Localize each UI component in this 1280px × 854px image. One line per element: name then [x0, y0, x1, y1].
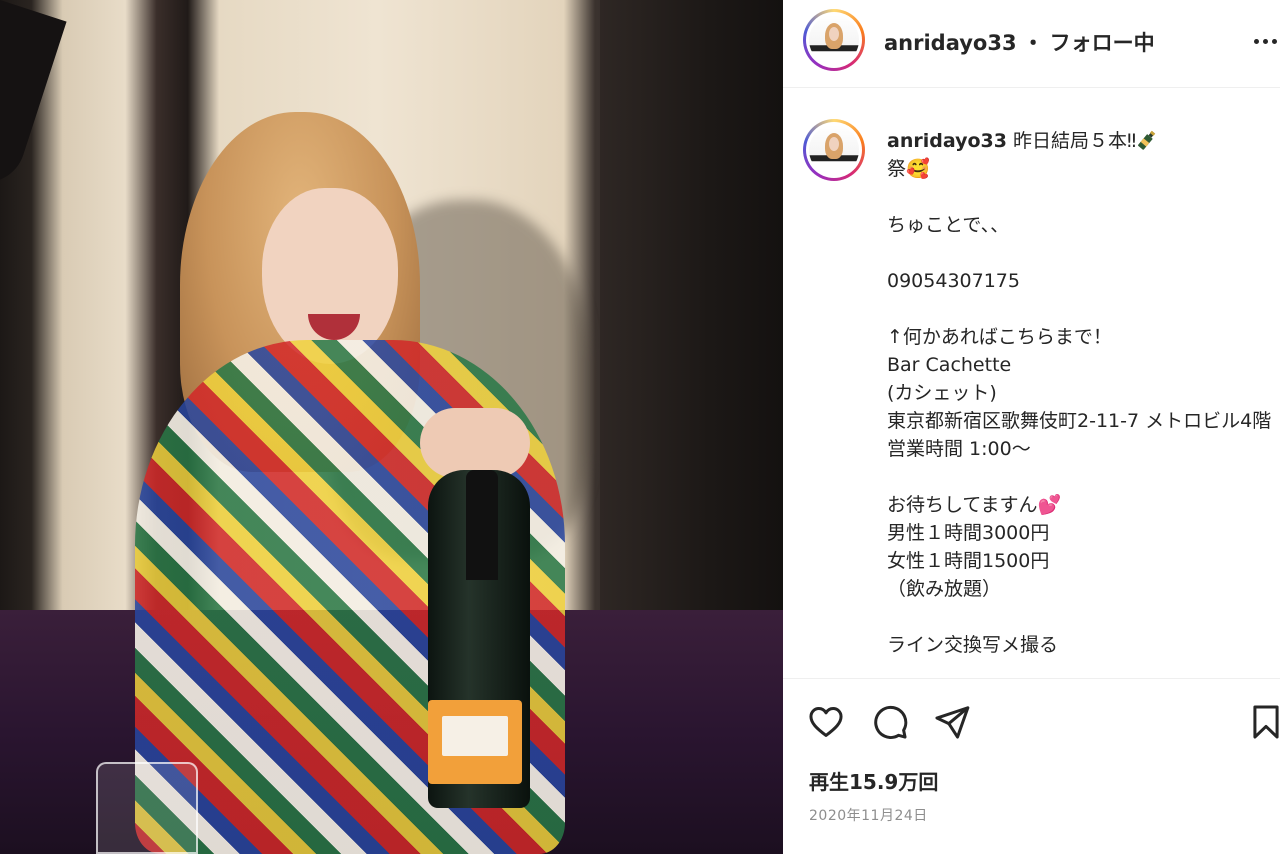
more-dot: [1262, 38, 1268, 44]
avatar-face: [829, 137, 839, 151]
caption-line: ↑何かあればこちらまで！: [887, 326, 1112, 348]
caption-line: ライン交換写メ撮る: [887, 634, 1059, 656]
caption-line: 09054307175: [887, 270, 1020, 292]
separator-dot: ・: [1022, 31, 1044, 55]
username-link[interactable]: anridayo33: [884, 31, 1017, 55]
caption-line: 祭🥰: [887, 158, 930, 180]
avatar-border: [806, 122, 862, 178]
caption-scroll-area[interactable]: anridayo33 昨日結局５本‼︎ 祭🥰 ちゅことで、、 090543071…: [783, 89, 1280, 677]
caption-line: 昨日結局５本‼︎: [1013, 130, 1137, 152]
avatar-image: [809, 15, 859, 65]
caption-line: 営業時間 1:00〜: [887, 438, 1031, 460]
caption-username-link[interactable]: anridayo33: [887, 130, 1007, 152]
caption-line: （飲み放題）: [887, 578, 1002, 600]
hands: [420, 408, 530, 478]
caption-line: ちゅことで、、: [887, 214, 1010, 236]
avatar-face: [829, 27, 839, 41]
post-sidebar: anridayo33 ・フォロー中 anridayo33 昨日結局５本‼︎ 祭🥰 …: [783, 0, 1280, 854]
bookmark-icon[interactable]: [1247, 703, 1280, 741]
caption-text: anridayo33 昨日結局５本‼︎ 祭🥰 ちゅことで、、 090543071…: [887, 127, 1277, 659]
share-paper-plane-icon[interactable]: [933, 703, 971, 741]
more-dot: [1271, 38, 1277, 44]
heart-icon[interactable]: [807, 703, 845, 741]
post-date[interactable]: 2020年11月24日: [809, 805, 928, 825]
champagne-label-inner: [442, 716, 508, 756]
caption-line: お待ちしてますん💕: [887, 494, 1062, 516]
avatar[interactable]: [803, 9, 865, 71]
caption-line: 男性１時間3000円: [887, 522, 1050, 544]
more-dot: [1253, 38, 1259, 44]
post-video[interactable]: [0, 0, 783, 854]
champagne-bottle-neck: [466, 470, 498, 580]
raised-arm: [0, 0, 67, 193]
caption-line: 東京都新宿区歌舞伎町2-11-7 メトロビル4階: [887, 410, 1272, 432]
avatar-border: [806, 12, 862, 68]
post-header: anridayo33 ・フォロー中: [783, 0, 1280, 88]
caption-line: 女性１時間1500円: [887, 550, 1050, 572]
more-options-icon[interactable]: [1250, 26, 1280, 56]
post-actions: 再生15.9万回 2020年11月24日: [783, 678, 1280, 854]
avatar-image: [809, 125, 859, 175]
caption-avatar[interactable]: [803, 119, 865, 181]
comment-icon[interactable]: [871, 703, 909, 741]
header-username-line: anridayo33 ・フォロー中: [884, 27, 1155, 57]
caption-line: Bar Cachette: [887, 354, 1012, 376]
champagne-bottle-emoji-icon: [1138, 130, 1156, 150]
follow-status-button[interactable]: フォロー中: [1050, 31, 1155, 55]
wine-glass: [96, 762, 198, 854]
view-count[interactable]: 再生15.9万回: [809, 766, 938, 795]
caption-line: (カシェット): [887, 382, 997, 404]
